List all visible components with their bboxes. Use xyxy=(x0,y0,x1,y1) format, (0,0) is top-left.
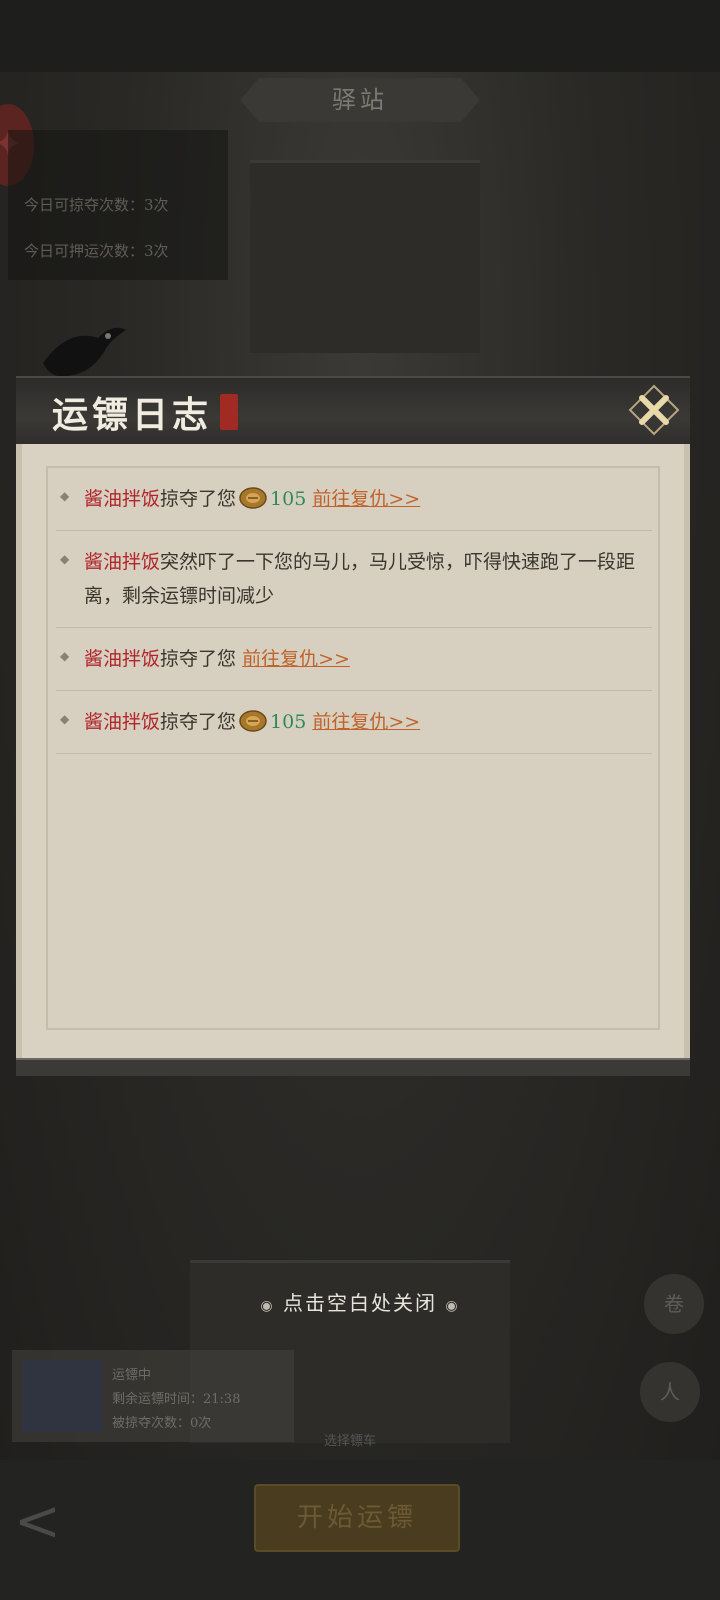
escort-log-dialog: 运镖日志 ◆ 酱油拌饭掠夺了您 105 前往复仇>> ◆ 酱油拌饭突然吓了一下您的马儿，… xyxy=(16,327,690,1076)
player-name[interactable]: 酱油拌饭 xyxy=(84,648,160,670)
bullet-icon: ◆ xyxy=(60,489,70,503)
revenge-link[interactable]: 前往复仇>> xyxy=(312,488,420,510)
start-escort-button[interactable]: 开始运镖 xyxy=(254,1484,460,1552)
card-line: 被掠夺次数：0次 xyxy=(112,1416,212,1431)
top-status-area xyxy=(0,0,720,72)
log-entry: ◆ 酱油拌饭掠夺了您 前往复仇>> xyxy=(56,628,652,691)
bullet-icon: ◆ xyxy=(60,552,70,566)
card-line: 运镖中 xyxy=(112,1368,152,1383)
info-panel: 今日可掠夺次数：3次 今日可押运次数：3次 xyxy=(8,130,228,280)
silver-coin-icon xyxy=(239,487,267,509)
hint-dot-icon: ◉ xyxy=(260,1298,275,1314)
log-entry: ◆ 酱油拌饭掠夺了您 105 前往复仇>> xyxy=(56,691,652,754)
log-text: 掠夺了您 xyxy=(160,488,237,510)
silver-coin-icon xyxy=(239,710,267,732)
red-seal-icon xyxy=(220,394,238,430)
building-shape xyxy=(250,160,480,353)
log-entry: ◆ 酱油拌饭掠夺了您 105 前往复仇>> xyxy=(56,468,652,531)
log-text: 掠夺了您 xyxy=(160,648,237,670)
back-arrow-icon[interactable]: < xyxy=(14,1492,94,1552)
log-text: 掠夺了您 xyxy=(160,711,237,733)
guard-icon[interactable]: 人 xyxy=(640,1362,700,1422)
station-title-banner: 驿站 xyxy=(240,78,480,122)
dialog-footer xyxy=(16,1058,690,1076)
dialog-body: ◆ 酱油拌饭掠夺了您 105 前往复仇>> ◆ 酱油拌饭突然吓了一下您的马儿，马儿受惊，… xyxy=(16,444,690,1066)
info-row: 今日可押运次数：3次 xyxy=(24,242,169,260)
hint-dot-icon: ◉ xyxy=(445,1298,460,1314)
dialog-header: 运镖日志 xyxy=(16,376,690,446)
close-hint[interactable]: ◉ 点击空白处关闭 ◉ xyxy=(250,1286,470,1320)
player-name[interactable]: 酱油拌饭 xyxy=(84,551,160,573)
log-entry: ◆ 酱油拌饭突然吓了一下您的马儿，马儿受惊，吓得快速跑了一段距离，剩余运镖时间减少 xyxy=(56,531,652,628)
log-panel: ◆ 酱油拌饭掠夺了您 105 前往复仇>> ◆ 酱油拌饭突然吓了一下您的马儿，马儿受惊，… xyxy=(46,466,660,1030)
bottom-caption: 选择镖车 xyxy=(323,1434,376,1449)
dialog-title: 运镖日志 xyxy=(52,394,213,436)
player-name[interactable]: 酱油拌饭 xyxy=(84,488,160,510)
player-name[interactable]: 酱油拌饭 xyxy=(84,711,160,733)
close-x-icon[interactable] xyxy=(628,384,680,436)
info-row: 今日可掠夺次数：3次 xyxy=(24,196,169,214)
bullet-icon: ◆ xyxy=(60,649,70,663)
escort-status-card[interactable]: 运镖中 剩余运镖时间：21:38 被掠夺次数：0次 xyxy=(12,1350,294,1442)
loot-amount: 105 xyxy=(270,488,307,510)
close-hint-label: 点击空白处关闭 xyxy=(283,1291,437,1315)
log-text: 突然吓了一下您的马儿，马儿受惊，吓得快速跑了一段距离，剩余运镖时间减少 xyxy=(84,551,636,607)
loot-amount: 105 xyxy=(270,711,307,733)
bullet-icon: ◆ xyxy=(60,712,70,726)
card-line: 剩余运镖时间：21:38 xyxy=(112,1392,241,1407)
revenge-link[interactable]: 前往复仇>> xyxy=(312,711,420,733)
cart-thumbnail xyxy=(22,1360,102,1432)
revenge-link[interactable]: 前往复仇>> xyxy=(242,648,350,670)
log-list: ◆ 酱油拌饭掠夺了您 105 前往复仇>> ◆ 酱油拌饭突然吓了一下您的马儿，马儿受惊，… xyxy=(56,468,652,754)
log-icon[interactable]: 卷 xyxy=(644,1274,704,1334)
